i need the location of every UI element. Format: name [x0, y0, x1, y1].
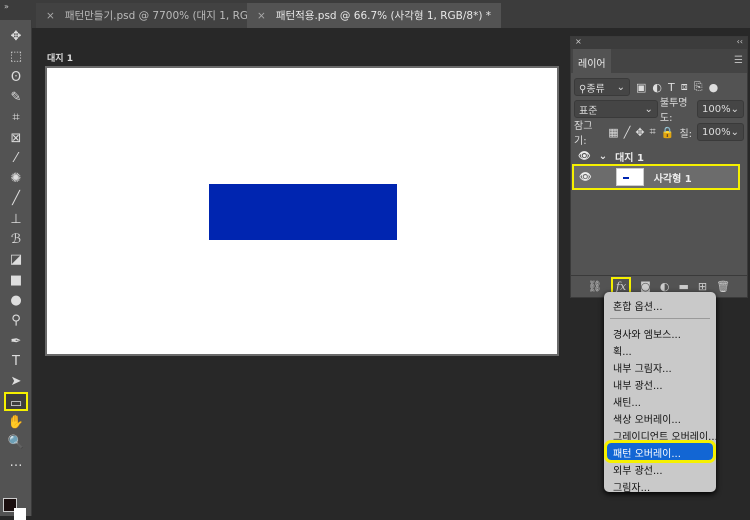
close-icon[interactable]: × [257, 10, 266, 22]
tab-pattern-apply[interactable]: × 패턴적용.psd @ 66.7% (사각형 1, RGB/8*) * [247, 3, 502, 28]
crop-tool-icon[interactable]: ⌗ [4, 108, 28, 127]
lock-artboard-icon[interactable]: ⌗ [650, 125, 656, 139]
gradient-tool-icon[interactable]: ■ [4, 271, 28, 290]
type-tool-icon[interactable]: T [4, 352, 28, 371]
rectangle-tool-icon[interactable]: ▭ [4, 392, 28, 412]
layers-panel: × ‹‹ 레이어 ☰ ⚲종류 ⌄ ▣ ◐ T ⧈ ⎘ ● 표준 ⌄ 불투명도: 100… [570, 36, 748, 298]
tab-label: 패턴적용.psd @ 66.7% (사각형 1, RGB/8*) * [275, 10, 492, 22]
artboard[interactable] [45, 66, 559, 356]
blend-mode-select[interactable]: 표준 ⌄ [574, 100, 658, 118]
eye-icon[interactable]: 👁 [578, 151, 591, 162]
shape-filter-icon[interactable]: ⧈ [681, 80, 688, 94]
quick-select-tool-icon[interactable]: ✎ [4, 88, 28, 107]
menu-item[interactable]: 패턴 오버레이... [604, 440, 716, 463]
lock-label: 잠그기: [574, 121, 593, 147]
fill-input[interactable]: 100% ⌄ [697, 123, 744, 141]
pen-tool-icon[interactable]: ✒ [4, 332, 28, 351]
filter-toggle-icon[interactable]: ● [709, 81, 719, 94]
layer-rectangle[interactable]: 👁 사각형 1 [572, 164, 740, 190]
more-tool-icon[interactable]: … [4, 453, 28, 472]
menu-item[interactable]: 그림자... [604, 477, 716, 494]
frame-tool-icon[interactable]: ⊠ [4, 129, 28, 148]
chevron-down-icon[interactable]: ⌄ [599, 151, 607, 162]
menu-item[interactable]: 그레이디언트 오버레이... [604, 426, 718, 443]
chevron-down-icon[interactable]: ⌄ [731, 127, 739, 138]
menu-separator [610, 318, 710, 319]
path-select-tool-icon[interactable]: ➤ [4, 372, 28, 391]
layer-style-menu: 혼합 옵션... 경사와 엠보스... 획... 내부 그림자... 내부 광선... 새… [604, 292, 718, 494]
document-tab-bar: » × 패턴만들기.psd @ 7700% (대지 1, RGB/8*) * × 패… [0, 0, 750, 28]
marquee-tool-icon[interactable]: ⬚ [4, 47, 28, 66]
menu-item[interactable]: 내부 그림자... [604, 358, 716, 375]
fill-label: 칠: [679, 128, 693, 140]
eyedropper-tool-icon[interactable]: ⁄ [4, 149, 28, 168]
dodge-tool-icon[interactable]: ⚲ [4, 311, 28, 330]
menu-item[interactable]: 색상 오버레이... [604, 409, 716, 426]
artboard-label: 대지 1 [47, 54, 73, 64]
collapse-icon[interactable]: » [4, 2, 9, 11]
menu-item[interactable]: 내부 광선... [604, 375, 716, 392]
background-color-swatch[interactable] [14, 508, 26, 520]
eye-icon[interactable]: 👁 [579, 172, 592, 183]
lock-transparent-icon[interactable]: ▦ [608, 126, 618, 139]
menu-item[interactable]: 새틴... [604, 392, 716, 409]
chevron-down-icon: ⌄ [644, 103, 653, 115]
blur-tool-icon[interactable]: ● [4, 291, 28, 310]
brush-tool-icon[interactable]: ╱ [4, 189, 28, 208]
layer-thumbnail [615, 168, 644, 186]
blend-mode-value: 표준 [579, 105, 598, 117]
opacity-input[interactable]: 100% ⌄ [697, 100, 744, 118]
link-layers-icon[interactable]: ⛓ [588, 280, 602, 293]
stamp-tool-icon[interactable]: ⊥ [4, 210, 28, 229]
lock-image-icon[interactable]: ╱ [624, 126, 631, 139]
healing-tool-icon[interactable]: ✺ [4, 169, 28, 188]
history-brush-tool-icon[interactable]: ℬ [4, 230, 28, 249]
menu-item[interactable]: 외부 광선... [604, 460, 716, 477]
opacity-label: 불투명도: [659, 98, 688, 124]
tab-layers[interactable]: 레이어 [573, 49, 611, 73]
move-tool-icon[interactable]: ✥ [4, 27, 28, 46]
smart-object-filter-icon[interactable]: ⎘ [694, 80, 703, 94]
zoom-tool-icon[interactable]: 🔍 [4, 433, 28, 452]
collapse-panel-icon[interactable]: ‹‹ [737, 37, 743, 49]
type-filter-icon[interactable]: T [668, 81, 675, 94]
layer-name: 대지 1 [615, 152, 644, 164]
lasso-tool-icon[interactable]: ʘ [4, 68, 28, 87]
menu-item[interactable]: 경사와 엠보스... [604, 324, 716, 341]
layer-name: 사각형 1 [653, 173, 692, 185]
chevron-down-icon: ⌄ [616, 81, 625, 93]
filter-label: 종류 [586, 83, 605, 95]
menu-item[interactable]: 획... [604, 341, 716, 358]
fill-value: 100% [702, 126, 731, 138]
chevron-down-icon[interactable]: ⌄ [731, 104, 739, 115]
hand-tool-icon[interactable]: ✋ [4, 413, 28, 432]
close-icon[interactable]: × [46, 10, 55, 22]
filter-kind-select[interactable]: ⚲종류 ⌄ [574, 78, 630, 96]
eraser-tool-icon[interactable]: ◪ [4, 250, 28, 269]
lock-all-icon[interactable]: 🔒 [661, 126, 675, 139]
pixel-filter-icon[interactable]: ▣ [636, 81, 646, 94]
close-panel-icon[interactable]: × [575, 37, 582, 49]
blue-rectangle-shape[interactable] [209, 184, 397, 240]
trash-icon[interactable]: 🗑 [716, 280, 730, 293]
toolbar: ✥ ⬚ ʘ ✎ ⌗ ⊠ ⁄ ✺ ╱ ⊥ ℬ ◪ ■ ● ⚲ ✒ T ➤ ▭ ✋ 🔍… [0, 20, 32, 520]
panel-menu-icon[interactable]: ☰ [734, 55, 743, 66]
adjustment-filter-icon[interactable]: ◐ [652, 81, 662, 94]
lock-position-icon[interactable]: ✥ [635, 126, 644, 139]
opacity-value: 100% [702, 103, 731, 115]
menu-item[interactable]: 혼합 옵션... [604, 296, 716, 313]
